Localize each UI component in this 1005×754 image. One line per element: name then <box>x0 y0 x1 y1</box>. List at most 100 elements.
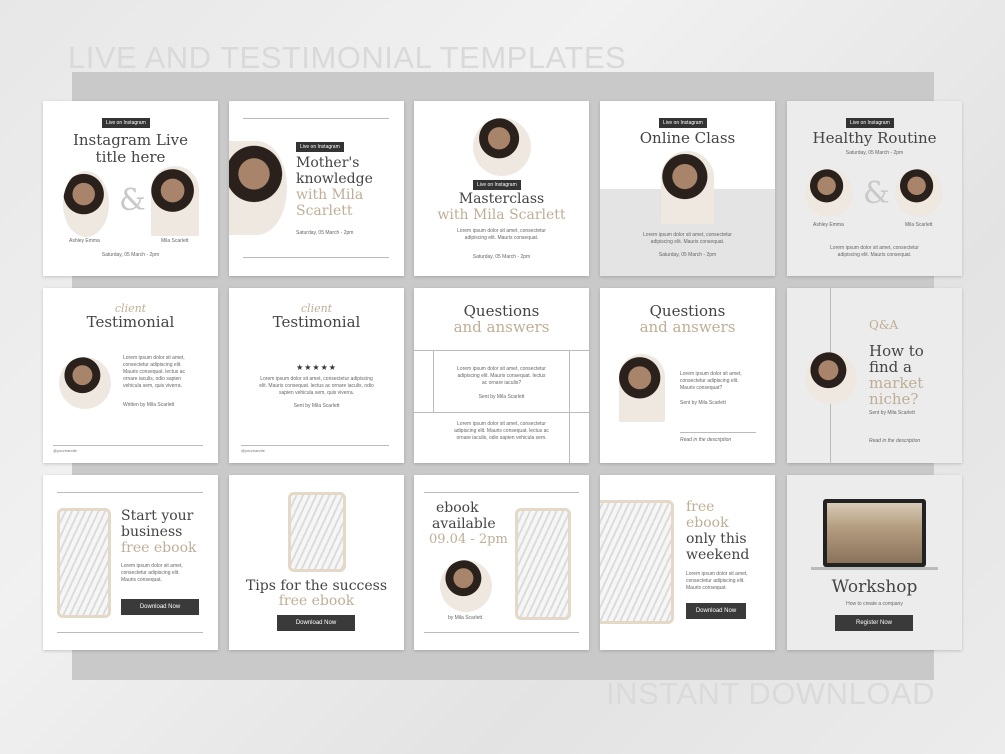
woman-photo <box>895 169 943 217</box>
laptop-base <box>811 567 938 570</box>
template-card-ebook-available[interactable]: ebook available 09.04 - 2pm by Mila Scar… <box>414 475 589 650</box>
card-subtitle: and answers <box>453 318 550 336</box>
card-body: Mauris consequat. <box>686 585 727 591</box>
template-card-tips-ebook[interactable]: Tips for the success free ebook Download… <box>229 475 404 650</box>
live-badge: Live on Instagram <box>102 118 150 128</box>
answer-text: adipiscing elit. Mauris consequat. lectu… <box>454 428 549 434</box>
card-body: Lorem ipsum dolor sit amet, <box>686 571 748 577</box>
question-author: Sent by Mila Scarlett <box>680 400 726 406</box>
tablet-mockup <box>288 492 346 572</box>
download-button[interactable]: Download Now <box>121 599 199 615</box>
template-card-qna-grid[interactable]: Questions and answers Lorem ipsum dolor … <box>414 288 589 463</box>
divider <box>241 445 389 446</box>
template-card-online-class[interactable]: Live on Instagram Online Class Lorem ips… <box>600 101 775 276</box>
card-title: ebook <box>686 515 729 531</box>
live-badge: Live on Instagram <box>473 180 521 190</box>
register-button[interactable]: Register Now <box>835 615 913 631</box>
template-card-mothers-knowledge[interactable]: Live on Instagram Mother's knowledge wit… <box>229 101 404 276</box>
tablet-mockup <box>600 500 674 624</box>
card-title: only this <box>686 531 747 547</box>
woman-photo <box>440 560 492 612</box>
answer-text: Lorem ipsum dolor sit amet, consectetur <box>457 421 546 427</box>
testimonial-text: Lorem ipsum dolor sit amet, consectetur … <box>260 376 373 382</box>
testimonial-text: vehicula sem, quis viverra. <box>123 383 182 389</box>
card-title: free ebook <box>121 540 197 556</box>
card-subtitle: How to create a company <box>846 601 903 607</box>
event-date: Saturday, 05 March - 2pm <box>296 230 354 236</box>
template-card-testimonial[interactable]: client Testimonial Lorem ipsum dolor sit… <box>43 288 218 463</box>
woman-photo <box>151 166 199 236</box>
card-body: consectetur adipiscing elit. <box>686 578 745 584</box>
testimonial-text: Lorem ipsum dolor sit amet, <box>123 355 185 361</box>
footer-note: Read in the description <box>680 437 732 443</box>
woman-photo <box>619 354 665 422</box>
clothing-photo <box>827 503 922 563</box>
footer-note: Read in the description <box>869 438 921 444</box>
question-text: ac ornare iaculis? <box>481 380 522 386</box>
woman-photo <box>59 357 111 409</box>
template-card-qna-photo[interactable]: Questions and answers Lorem ipsum dolor … <box>600 288 775 463</box>
card-title: Testimonial <box>272 313 361 331</box>
handle: @yourhandle <box>241 448 265 453</box>
mother-photo <box>229 141 287 235</box>
card-subtitle: with Mila Scarlett <box>437 207 566 223</box>
phone-mockup <box>515 508 571 620</box>
card-body: Lorem ipsum dolor sit amet, <box>121 563 183 569</box>
card-body: adipiscing elit. Mauris consequat. <box>650 239 725 245</box>
divider <box>57 492 203 493</box>
card-title: Scarlett <box>296 203 353 219</box>
card-title: available <box>432 516 496 532</box>
woman-photo <box>805 169 853 217</box>
download-button[interactable]: Download Now <box>277 615 355 631</box>
card-body: consectetur adipiscing elit. <box>121 570 180 576</box>
instant-download-label: INSTANT DOWNLOAD <box>606 676 935 711</box>
divider <box>53 445 203 446</box>
divider <box>57 632 203 633</box>
card-title: ebook <box>436 500 479 516</box>
event-date: Saturday, 05 March - 2pm <box>472 254 531 260</box>
page-title: LIVE AND TESTIMONIAL TEMPLATES <box>68 40 627 75</box>
question-author: Sent by Mila Scarlett <box>478 394 525 400</box>
template-card-start-business[interactable]: Start your business free ebook Lorem ips… <box>43 475 218 650</box>
template-card-testimonial-stars[interactable]: client Testimonial ★★★★★ Lorem ipsum dol… <box>229 288 404 463</box>
template-card-market-niche[interactable]: Q&A How to find a market niche? Sent by … <box>787 288 962 463</box>
question-text: Lorem ipsum dolor sit amet, consectetur <box>457 366 546 372</box>
live-badge: Live on Instagram <box>659 118 707 128</box>
event-date: Saturday, 05 March - 2pm <box>101 252 160 258</box>
man-photo <box>473 118 531 176</box>
template-card-free-ebook-weekend[interactable]: free ebook only this weekend Lorem ipsum… <box>600 475 775 650</box>
divider <box>414 350 589 351</box>
ampersand: & <box>863 176 890 211</box>
card-body: Lorem ipsum dolor sit amet, consectetur <box>643 232 732 238</box>
man-photo <box>661 151 714 224</box>
card-body: Lorem ipsum dolor sit amet, consectetur <box>830 245 919 251</box>
card-title: Start your <box>121 508 194 524</box>
answer-text: ornare iaculis, odio sapien vehicula sem… <box>456 435 547 441</box>
card-title: with Mila <box>296 187 364 203</box>
template-card-instagram-live[interactable]: Live on Instagram Instagram Live title h… <box>43 101 218 276</box>
card-title: Workshop <box>831 577 918 597</box>
speaker-name: Ashley Emma <box>69 238 100 244</box>
card-title: Tips for the success <box>245 578 388 594</box>
speaker-name: Ashley Emma <box>813 222 844 228</box>
divider <box>414 412 589 413</box>
star-rating-icon: ★★★★★ <box>296 363 337 372</box>
speaker-name: Mila Scarlett <box>905 222 933 228</box>
card-title: Masterclass <box>458 191 545 207</box>
template-card-masterclass[interactable]: Live on Instagram Masterclass with Mila … <box>414 101 589 276</box>
card-title: Online Class <box>639 129 736 147</box>
laptop-mockup <box>823 499 926 567</box>
divider <box>243 257 389 258</box>
testimonial-author: Written by Mila Scarlett <box>123 402 175 408</box>
download-button[interactable]: Download Now <box>686 603 746 619</box>
event-date: 09.04 - 2pm <box>429 532 508 547</box>
card-body: Lorem ipsum dolor sit amet, consectetur <box>457 228 546 234</box>
card-title: Testimonial <box>86 313 175 331</box>
template-card-healthy-routine[interactable]: Live on Instagram Healthy Routine Saturd… <box>787 101 962 276</box>
speaker-name: Mila Scarlett <box>161 238 189 244</box>
template-card-workshop[interactable]: Workshop How to create a company Registe… <box>787 475 962 650</box>
divider <box>424 492 579 493</box>
card-title: free <box>686 499 715 515</box>
divider <box>424 632 579 633</box>
event-date: Saturday, 05 March - 2pm <box>658 252 717 258</box>
